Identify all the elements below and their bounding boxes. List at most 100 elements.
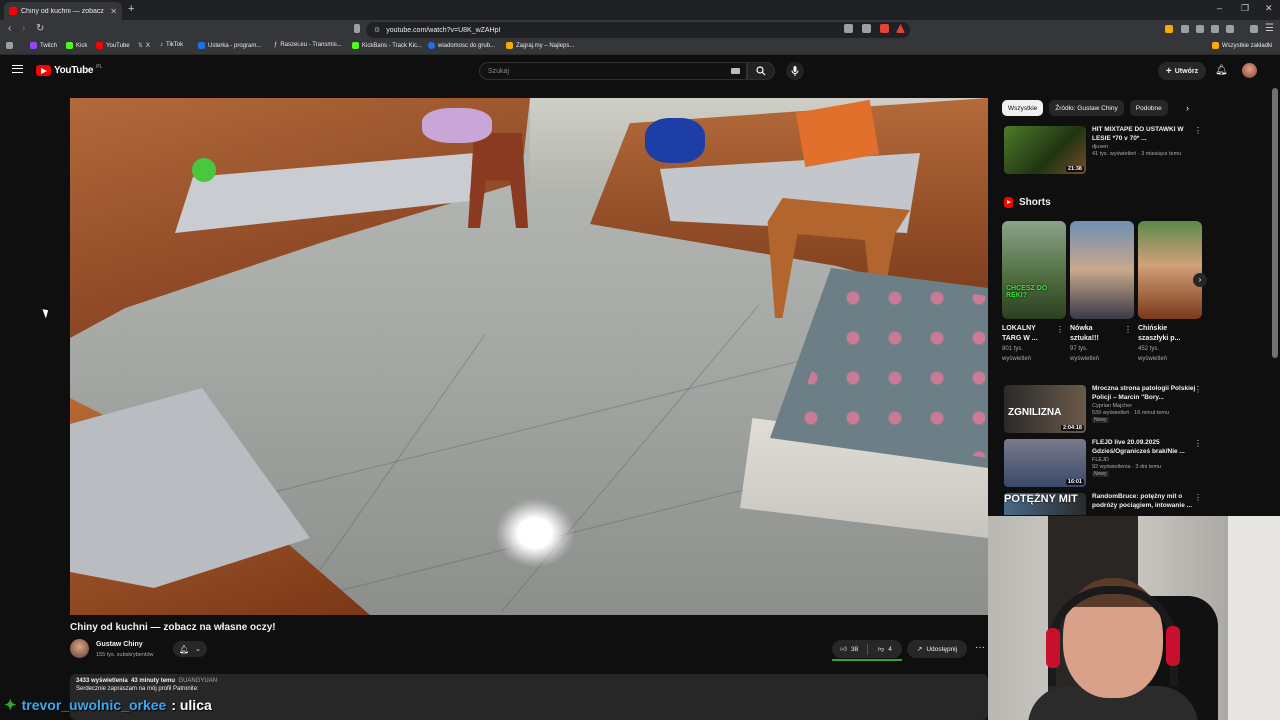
dislike-button[interactable]: 👎︎ 4: [868, 645, 903, 654]
recommended-video[interactable]: POTĘŻNY MIT RandomBruce: potężny mit o p…: [1004, 493, 1200, 515]
more-options-icon[interactable]: ⋮: [1194, 385, 1202, 394]
stream-chat-message: ✦ trevor_uwolnic_orkee : ulica: [4, 696, 212, 714]
bookmark-item[interactable]: 𝕏X: [138, 42, 150, 50]
search-input[interactable]: Szukaj: [479, 62, 747, 80]
short-thumbnail[interactable]: [1070, 221, 1134, 319]
forward-icon[interactable]: ›: [22, 23, 25, 34]
extension-icon[interactable]: [1181, 25, 1189, 33]
address-bar[interactable]: ⚙ youtube.com/watch?v=U8K_wZAHpI: [366, 22, 910, 38]
media-icon[interactable]: [1250, 25, 1258, 33]
video-title[interactable]: Mroczna strona patologii Polskiej Policj…: [1092, 385, 1198, 402]
more-options-icon[interactable]: ⋮: [1194, 126, 1202, 135]
more-options-icon[interactable]: ⋮: [1056, 325, 1064, 334]
search-button[interactable]: [747, 62, 775, 80]
bookmark-item[interactable]: ♪ TikTok: [160, 42, 183, 48]
browser-tab[interactable]: Chiny od kuchni — zobacz na ✕: [4, 2, 122, 20]
video-thumbnail[interactable]: 16:01: [1004, 439, 1086, 487]
bookmark-page-icon[interactable]: [354, 24, 360, 33]
extensions-puzzle-icon[interactable]: [1211, 25, 1219, 33]
short-thumbnail[interactable]: CHCESZ DO RĘKI?: [1002, 221, 1066, 319]
chevron-down-icon: ⌄: [195, 646, 202, 653]
all-bookmarks[interactable]: Wszystkie zakładki: [1212, 42, 1272, 49]
reload-icon[interactable]: ↻: [36, 23, 44, 34]
video-meta: 92 wyświetlenia · 3 dni temu: [1092, 464, 1162, 470]
browser-menu-icon[interactable]: ☰: [1265, 23, 1274, 34]
adblock-icon[interactable]: [880, 24, 889, 33]
menu-icon[interactable]: [12, 65, 23, 73]
bookmark-item[interactable]: ƒ Raszei.eu - Transmis...: [274, 42, 342, 48]
bookmark-item[interactable]: Zagraj.my – Najleps...: [506, 42, 574, 49]
bookmark-item[interactable]: Kick: [66, 42, 87, 49]
chevron-right-icon[interactable]: ›: [1186, 103, 1189, 113]
recommended-video[interactable]: ZGNILIZNA 2:04:18 Mroczna strona patolog…: [1004, 385, 1202, 435]
extension-icon[interactable]: [1196, 25, 1204, 33]
close-tab-icon[interactable]: ✕: [110, 7, 117, 16]
video-player[interactable]: [70, 98, 988, 615]
more-options-icon[interactable]: ⋮: [1194, 493, 1200, 502]
recommended-video[interactable]: 16:01 FLEJD live 20.09.2025 Gdzieś/Ogran…: [1004, 439, 1202, 489]
short-title: LOKALNY TARG W ...: [1002, 325, 1038, 342]
apps-grid-icon[interactable]: [6, 42, 13, 49]
bookmark-item[interactable]: wiadomosc do grub...: [428, 42, 495, 49]
video-title[interactable]: HIT MIXTAPE DO USTAWKI W LESIE *70 v 70*…: [1092, 126, 1198, 143]
video-thumbnail[interactable]: 21:38: [1004, 126, 1086, 174]
channel-name[interactable]: FLEJD: [1092, 457, 1198, 463]
channel-avatar[interactable]: [70, 639, 89, 658]
share-page-icon[interactable]: [862, 24, 871, 33]
chip-similar[interactable]: Podobne: [1129, 100, 1168, 116]
shorts-title: Shorts: [1019, 197, 1051, 208]
cast-icon[interactable]: [844, 24, 853, 33]
channel-name[interactable]: Gustaw Chiny: [96, 641, 143, 648]
page-scrollbar[interactable]: [1272, 88, 1278, 358]
more-options-icon[interactable]: ⋮: [1124, 325, 1132, 334]
back-icon[interactable]: ‹: [8, 23, 11, 34]
hashtag[interactable]: GUANGYUAN: [178, 678, 217, 684]
keyboard-icon[interactable]: [731, 68, 740, 74]
voice-search-button[interactable]: [786, 62, 804, 80]
short-item[interactable]: Chińskie szaszłyki p... 452 tys. wyświet…: [1138, 221, 1202, 364]
new-tab-icon[interactable]: +: [128, 3, 134, 15]
filter-chips: Wszystkie Źródło: Gustaw Chiny Podobne: [1002, 100, 1168, 116]
video-thumbnail[interactable]: ZGNILIZNA 2:04:18: [1004, 385, 1086, 433]
youtube-logo[interactable]: YouTube PL: [36, 64, 102, 76]
channel-name[interactable]: Cyprian Majcher: [1092, 403, 1198, 409]
create-button[interactable]: + Utwórz: [1158, 62, 1206, 80]
bookmark-item[interactable]: KickBans - Track Kic...: [352, 42, 422, 49]
extension-icon[interactable]: [1165, 25, 1173, 33]
minimize-icon[interactable]: –: [1217, 3, 1222, 13]
site-info-icon[interactable]: ⚙: [374, 26, 380, 34]
recommended-video[interactable]: 21:38 HIT MIXTAPE DO USTAWKI W LESIE *70…: [1004, 126, 1202, 176]
channel-name[interactable]: djusen: [1092, 144, 1198, 150]
bookmark-item[interactable]: YouTube: [96, 42, 130, 49]
description-text: Serdecznie zapraszam na mój profil Patro…: [76, 686, 199, 692]
create-label: Utwórz: [1174, 67, 1199, 75]
sidebar-icon[interactable]: [1226, 25, 1234, 33]
video-thumbnail[interactable]: POTĘŻNY MIT: [1004, 493, 1086, 515]
chevron-right-icon[interactable]: ›: [1193, 273, 1207, 287]
bookmark-item[interactable]: Usterka - program...: [198, 42, 261, 49]
more-actions-button[interactable]: ···: [972, 640, 988, 658]
headphones: [1048, 586, 1178, 686]
subscriber-count: 155 tys. subskrybentów: [96, 652, 154, 658]
more-options-icon[interactable]: ⋮: [1194, 439, 1202, 448]
video-title[interactable]: FLEJD live 20.09.2025 Gdzieś/Ogranicześ …: [1092, 439, 1198, 456]
short-thumbnail[interactable]: [1138, 221, 1202, 319]
video-title[interactable]: RandomBruce: potężny mit o podróży pocią…: [1092, 493, 1198, 510]
account-avatar[interactable]: [1242, 63, 1257, 78]
browser-tab-strip: Chiny od kuchni — zobacz na ✕ + – ❐ ✕: [0, 0, 1280, 20]
messenger-icon: [428, 42, 435, 49]
short-item[interactable]: Nówka sztuka!!! 97 tys. wyświetleń ⋮: [1070, 221, 1134, 364]
thumbs-up-icon: 👍︎: [840, 646, 848, 653]
chip-from-channel[interactable]: Źródło: Gustaw Chiny: [1049, 100, 1124, 116]
restore-icon[interactable]: ❐: [1241, 3, 1249, 14]
notifications-bell-icon[interactable]: 🔔︎: [1215, 65, 1228, 76]
chip-all[interactable]: Wszystkie: [1002, 100, 1044, 116]
bookmark-item[interactable]: Twitch: [30, 42, 57, 49]
like-button[interactable]: 👍︎ 38: [832, 645, 867, 654]
share-button[interactable]: ↗ Udostępnij: [907, 640, 967, 658]
youtube-icon: [96, 42, 103, 49]
short-item[interactable]: CHCESZ DO RĘKI? LOKALNY TARG W ... 801 t…: [1002, 221, 1066, 364]
subscription-bell-button[interactable]: 🔔︎ ⌄: [173, 641, 207, 657]
mouse-cursor-icon: [42, 307, 51, 319]
close-window-icon[interactable]: ✕: [1265, 3, 1273, 14]
